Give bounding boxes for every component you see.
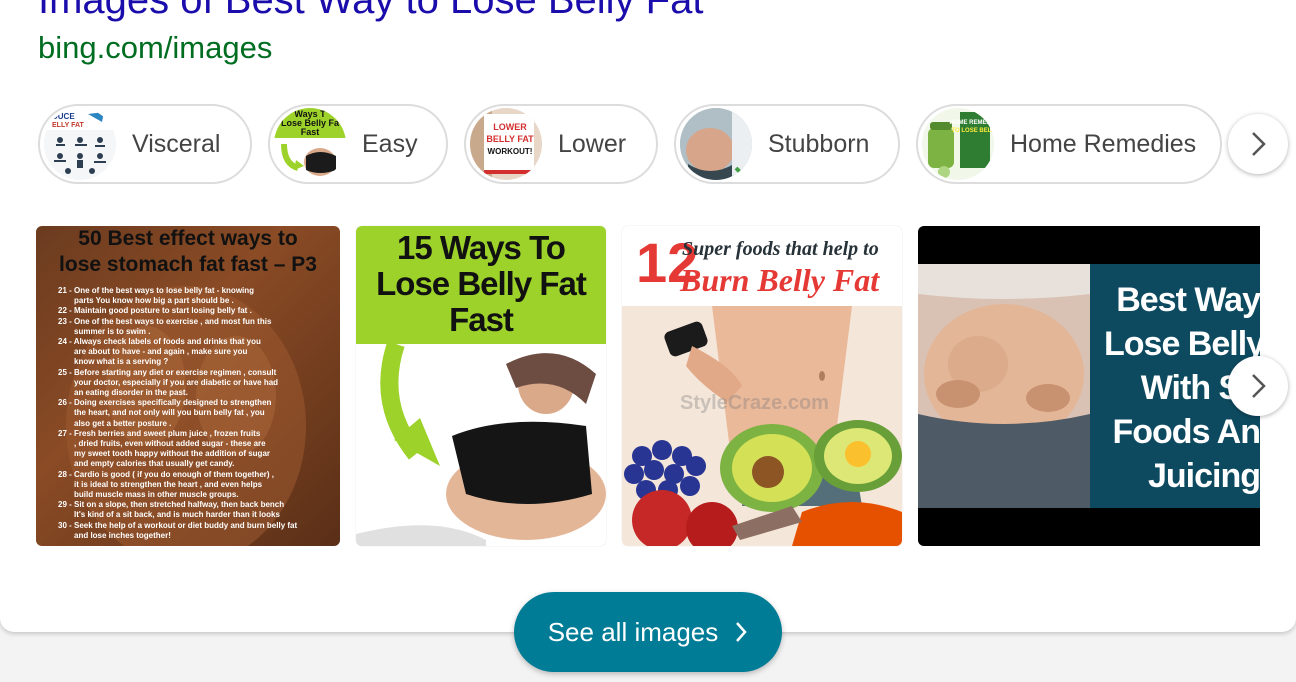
tile-text-line: it is ideal to strengthen the heart , an… bbox=[74, 479, 263, 489]
tile-text-line: 24 - Always check labels of foods and dr… bbox=[58, 337, 261, 347]
chevron-right-icon bbox=[1252, 374, 1266, 398]
tile-text-line: build muscle mass in other muscle groups… bbox=[74, 490, 239, 500]
image-tile-2[interactable]: 15 Ways To Lose Belly Fat Fast bbox=[356, 226, 606, 546]
svg-text:BELLY FAT: BELLY FAT bbox=[486, 134, 534, 144]
tile-text-line: an eating disorder in the past. bbox=[74, 388, 188, 398]
svg-text:DUCE: DUCE bbox=[52, 112, 75, 121]
tile-text-line: know what is a serving ? bbox=[74, 357, 169, 367]
tile-text-line: my sweet tooth happy without the additio… bbox=[74, 449, 270, 459]
chevron-right-icon bbox=[736, 622, 747, 642]
chip-thumbnail: LOWER BELLY FAT WORKOUT! bbox=[470, 108, 542, 180]
tile-text-line: 23 - One of the best ways to exercise , … bbox=[58, 316, 272, 326]
tile-text-line: are about to have - and again , make sur… bbox=[74, 347, 248, 357]
chip-thumbnail bbox=[680, 108, 752, 180]
result-url[interactable]: bing.com/images bbox=[38, 30, 272, 66]
tile-text-line: 27 - Fresh berries and sweet plum juice … bbox=[58, 428, 261, 438]
tile-text-list: 21 - One of the best ways to lose belly … bbox=[58, 286, 338, 541]
see-all-images-button[interactable]: See all images bbox=[514, 592, 782, 672]
chip-visceral[interactable]: DUCE ELLY FAT Visceral bbox=[38, 104, 252, 184]
tile-text-line: 26 - Doing exercises specifically design… bbox=[58, 398, 272, 408]
svg-text:HOME REMEDIES: HOME REMEDIES bbox=[949, 120, 994, 126]
image-results-card: Images of Best Way to Lose Belly Fat bin… bbox=[0, 0, 1296, 632]
image-tile-1[interactable]: 50 Best effect ways to lose stomach fat … bbox=[36, 226, 340, 546]
tile-text-line: 29 - Sit on a slope, then stretched half… bbox=[58, 500, 285, 510]
chip-thumbnail: DUCE ELLY FAT bbox=[44, 108, 116, 180]
tile-image-3 bbox=[622, 306, 902, 546]
tile-text-line: also get a better posture . bbox=[74, 418, 172, 428]
see-all-label: See all images bbox=[547, 616, 719, 647]
chip-label: Stubborn bbox=[768, 129, 870, 158]
tile-text-line: summer is to swim . bbox=[74, 326, 151, 336]
tile-text-line: the heart, and not only will you burn be… bbox=[74, 408, 265, 418]
tile-text-line: and lose inches together! bbox=[74, 530, 171, 540]
svg-text:WORKOUT!: WORKOUT! bbox=[488, 147, 533, 156]
tile-text-line: , dried fruits, even without added sugar… bbox=[74, 439, 266, 449]
tile-heading: 50 Best effect ways to lose stomach fat … bbox=[59, 227, 317, 276]
chip-easy[interactable]: Ways T Lose Belly Fa Fast Easy bbox=[268, 104, 448, 184]
chip-lower[interactable]: LOWER BELLY FAT WORKOUT! Lower bbox=[464, 104, 658, 184]
svg-text:ELLY FAT: ELLY FAT bbox=[52, 122, 84, 129]
chip-home-remedies[interactable]: HOME REMEDIES TO LOSE BELLY Home Remedie… bbox=[916, 104, 1222, 184]
chips-next-button[interactable] bbox=[1228, 114, 1288, 174]
chip-label: Visceral bbox=[132, 129, 221, 158]
tile-text-line: 28 - Cardio is good ( if you do enough o… bbox=[58, 469, 274, 479]
tile-text-line: parts You know how big a part should be … bbox=[74, 296, 234, 306]
tile-text-line: It's kind of a sit back, and is much har… bbox=[74, 510, 280, 520]
tile-subheading: Super foods that help to bbox=[682, 238, 879, 260]
tile-watermark: StyleCraze.com bbox=[680, 392, 829, 414]
result-title[interactable]: Images of Best Way to Lose Belly Fat bbox=[38, 0, 703, 23]
tile-text-line: 22 - Maintain good posture to start losi… bbox=[58, 306, 252, 316]
image-tile-4[interactable]: Best Way Lose Belly With Su Foods An Jui… bbox=[918, 226, 1260, 546]
svg-text:LOWER: LOWER bbox=[493, 122, 527, 132]
chip-label: Lower bbox=[558, 129, 627, 158]
tile-heading: 15 Ways To Lose Belly Fat Fast bbox=[376, 229, 587, 338]
tile-text-line: 30 - Seek the help of a workout or diet … bbox=[58, 520, 298, 530]
tile-text-line: 25 - Before starting any diet or exercis… bbox=[58, 367, 277, 377]
tile-text-line: and empty calories that usually get cand… bbox=[74, 459, 235, 469]
chevron-right-icon bbox=[1252, 132, 1266, 156]
tile-text-line: your doctor, especially if you are diabe… bbox=[74, 377, 279, 387]
chip-thumbnail: Ways T Lose Belly Fa Fast bbox=[274, 108, 346, 180]
image-tile-3[interactable]: 12 Super foods that help to Burn Belly F… bbox=[622, 226, 902, 546]
tile-text-line: 21 - One of the best ways to lose belly … bbox=[58, 286, 255, 295]
tile-heading: Burn Belly Fat bbox=[680, 262, 880, 298]
svg-text:TO LOSE BELLY: TO LOSE BELLY bbox=[951, 128, 994, 134]
chip-label: Home Remedies bbox=[1010, 129, 1197, 158]
chip-label: Easy bbox=[362, 129, 418, 158]
svg-text:Fast: Fast bbox=[301, 127, 320, 137]
images-next-button[interactable] bbox=[1228, 356, 1288, 416]
tile-image-2 bbox=[356, 344, 606, 546]
chip-stubborn[interactable]: Stubborn bbox=[674, 104, 900, 184]
related-chips: DUCE ELLY FAT Visceral Ways T Lose Belly… bbox=[38, 104, 1296, 188]
chip-thumbnail: HOME REMEDIES TO LOSE BELLY bbox=[922, 108, 994, 180]
